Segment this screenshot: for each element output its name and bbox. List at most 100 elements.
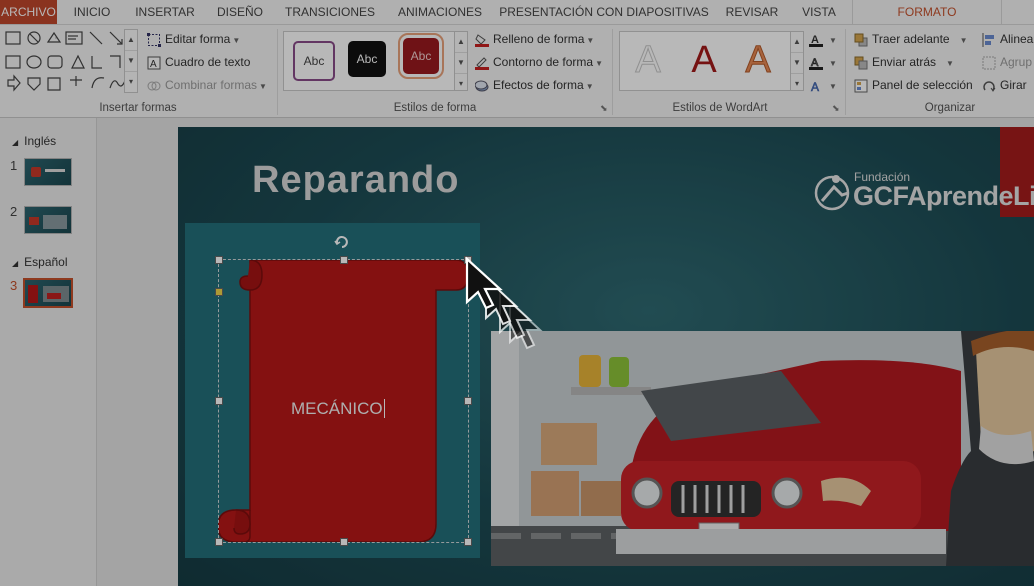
edit-shape-icon: [147, 32, 161, 47]
caret-icon: ▼: [959, 36, 968, 45]
selection-pane-button[interactable]: Panel de selección: [854, 76, 973, 94]
caret-icon: ▼: [595, 59, 603, 68]
shape-text[interactable]: MECÁNICO: [291, 399, 385, 419]
text-box-button[interactable]: A Cuadro de texto: [147, 53, 250, 71]
send-backward-button[interactable]: Enviar atrás ▼: [854, 53, 954, 71]
tab-diseno[interactable]: DISEÑO: [210, 0, 270, 24]
shape-outline-button[interactable]: Contorno de forma ▼: [475, 53, 603, 71]
resize-handle[interactable]: [340, 538, 348, 546]
shape-fill-button[interactable]: Relleno de forma ▼: [475, 30, 594, 48]
chevron-down-icon[interactable]: ▼: [455, 53, 467, 74]
text-box-label: Cuadro de texto: [165, 55, 251, 69]
more-icon[interactable]: ▾: [791, 74, 803, 90]
text-effects-button[interactable]: A ▼: [809, 76, 837, 94]
group-label: Agrup: [1000, 55, 1033, 69]
shapes-gallery-icons: [5, 31, 127, 92]
group-divider: [277, 29, 278, 115]
shape-effects-label: Efectos de forma: [493, 78, 584, 92]
caret-icon: ▼: [259, 82, 267, 91]
text-box-icon: A: [147, 56, 161, 70]
wordart-style-red[interactable]: A: [684, 38, 724, 82]
edit-shape-button[interactable]: Editar forma ▼: [147, 30, 240, 48]
group-button[interactable]: Agrup: [982, 53, 1032, 71]
selection-pane-label: Panel de selección: [872, 78, 973, 92]
chevron-up-icon[interactable]: ▲: [791, 32, 803, 53]
tab-presentacion[interactable]: PRESENTACIÓN CON DIAPOSITIVAS: [498, 0, 710, 24]
section-ingles[interactable]: ◢ Inglés: [12, 134, 56, 148]
merge-shapes-label: Combinar formas: [165, 78, 258, 92]
resize-handle[interactable]: [464, 538, 472, 546]
tab-insertar[interactable]: INSERTAR: [128, 0, 202, 24]
resize-handle[interactable]: [464, 397, 472, 405]
gcf-logo-icon: [812, 171, 854, 213]
text-fill-button[interactable]: A ▼: [809, 30, 837, 48]
chevron-down-icon[interactable]: ▼: [125, 51, 137, 72]
bring-forward-button[interactable]: Traer adelante ▼: [854, 30, 968, 48]
slide-title[interactable]: Reparando: [252, 159, 459, 202]
wordart-style-outline[interactable]: A: [628, 38, 668, 82]
more-icon[interactable]: ▾: [455, 74, 467, 90]
edit-shape-label: Editar forma: [165, 32, 231, 46]
resize-handle[interactable]: [340, 256, 348, 264]
tab-revisar[interactable]: REVISAR: [720, 0, 784, 24]
collapse-icon[interactable]: ◢: [12, 259, 18, 268]
cursor-resize-arrow-icon: [464, 256, 556, 366]
tab-animaciones[interactable]: ANIMACIONES: [390, 0, 490, 24]
send-backward-label: Enviar atrás: [872, 55, 937, 69]
slide-thumbnail-3[interactable]: [23, 278, 73, 308]
group-icon: [982, 56, 996, 70]
shape-outline-label: Contorno de forma: [493, 55, 594, 69]
rotate-icon: [983, 81, 996, 92]
rotate-button[interactable]: Girar: [982, 76, 1027, 94]
chevron-down-icon[interactable]: ▼: [791, 53, 803, 74]
shapes-gallery-scroll[interactable]: ▲ ▼ ▾: [124, 29, 138, 93]
text-outline-button[interactable]: A ▼: [809, 53, 837, 71]
shapes-gallery[interactable]: [4, 28, 136, 92]
caret-icon: ▼: [232, 36, 241, 45]
shape-style-red-selected[interactable]: Abc: [398, 33, 444, 79]
shape-styles-gallery[interactable]: Abc Abc Abc: [283, 31, 455, 91]
logo-brand-text: GCFAprendeLib: [853, 181, 1034, 211]
text-effects-icon: A: [811, 80, 820, 93]
ribbon: ▲ ▼ ▾ Editar forma ▼ A Cuadro de texto Com…: [0, 25, 1034, 118]
merge-shapes-button[interactable]: Combinar formas ▼: [147, 76, 267, 94]
selection-pane-icon: [854, 79, 868, 93]
rotate-handle-icon[interactable]: [334, 234, 350, 250]
shape-fill-label: Relleno de forma: [493, 32, 585, 46]
slide-number: 2: [10, 204, 18, 219]
chevron-up-icon[interactable]: ▲: [455, 32, 467, 53]
slide-number: 1: [10, 158, 18, 173]
tab-vista[interactable]: VISTA: [794, 0, 844, 24]
slide-thumbnail-2[interactable]: [24, 206, 72, 234]
svg-text:A: A: [150, 59, 157, 70]
dialog-launcher-icon[interactable]: ⬊: [832, 103, 840, 114]
align-button[interactable]: Alinea: [982, 30, 1033, 48]
resize-handle[interactable]: [215, 538, 223, 546]
shape-text-value: MECÁNICO: [291, 399, 383, 418]
wordart-style-orange[interactable]: A: [738, 38, 778, 82]
group-label-wordart: Estilos de WordArt: [672, 102, 768, 114]
chevron-up-icon[interactable]: ▲: [125, 30, 137, 51]
tab-archivo[interactable]: ARCHIVO: [0, 0, 57, 24]
tab-inicio[interactable]: INICIO: [64, 0, 120, 24]
resize-handle[interactable]: [215, 397, 223, 405]
dialog-launcher-icon[interactable]: ⬊: [600, 103, 608, 114]
tab-formato[interactable]: FORMATO: [852, 0, 1002, 24]
align-label: Alinea: [1000, 32, 1034, 46]
shape-styles-scroll[interactable]: ▲ ▼ ▾: [454, 31, 468, 91]
shape-style-outline[interactable]: Abc: [293, 41, 335, 81]
wordart-scroll[interactable]: ▲ ▼ ▾: [790, 31, 804, 91]
caret-icon: ▼: [829, 36, 837, 45]
text-outline-icon: A: [809, 56, 823, 70]
wordart-gallery[interactable]: A A A: [619, 31, 791, 91]
slide-thumbnail-1[interactable]: [24, 158, 72, 186]
tab-transiciones[interactable]: TRANSICIONES: [280, 0, 380, 24]
adjustment-handle[interactable]: [215, 288, 223, 296]
shape-effects-button[interactable]: Efectos de forma ▼: [475, 76, 594, 94]
section-espanol[interactable]: ◢ Español: [12, 255, 68, 269]
resize-handle[interactable]: [215, 256, 223, 264]
shape-style-dark[interactable]: Abc: [348, 41, 386, 77]
collapse-icon[interactable]: ◢: [12, 138, 18, 147]
more-icon[interactable]: ▾: [125, 72, 137, 92]
slide[interactable]: Reparando Fundación GCFAprendeLib MECÁNI…: [178, 127, 1034, 586]
